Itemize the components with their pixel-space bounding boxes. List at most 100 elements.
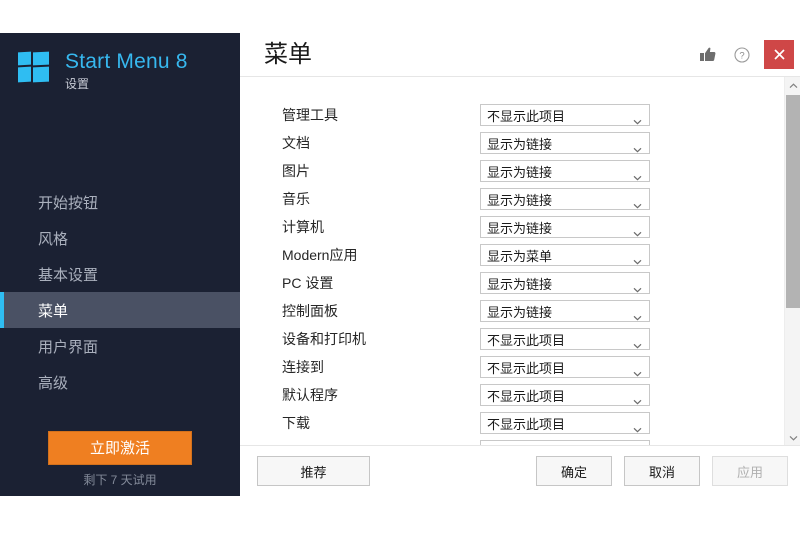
chevron-down-icon [633,420,642,433]
settings-row-label: 计算机 [282,219,324,235]
activation-area: 立即激活 剩下 7 天试用 [0,431,240,496]
cancel-button[interactable]: 取消 [624,456,700,486]
settings-row: 控制面板 显示为链接 [240,297,784,325]
settings-row: 默认程序 不显示此项目 [240,381,784,409]
settings-row-label: 图片 [282,163,310,179]
settings-row-label: 音乐 [282,191,310,207]
dropdown-value: 显示为链接 [487,220,553,236]
settings-row-dropdown[interactable]: 不显示此项目 [480,104,650,126]
trial-status-text: 剩下 7 天试用 [83,473,157,487]
settings-row-dropdown[interactable]: 不显示此项目 [480,412,650,434]
settings-list: 管理工具 不显示此项目 文档 显示为链接 图片 显示为链接 音乐 显示为链接 计算机 显示为链接 M… [240,77,784,445]
recommend-button[interactable]: 推荐 [257,456,370,486]
main-panel: 菜单 ? 管理工具 不显示此项目 文档 显示为链接 图片 显示为链接 音乐 显示… [240,33,800,496]
chevron-down-icon [633,364,642,377]
chevron-down-icon [633,392,642,405]
sidebar-item-user-interface[interactable]: 用户界面 [0,328,240,364]
dropdown-value: 不显示此项目 [487,388,566,404]
dropdown-value: 显示为链接 [487,276,553,292]
settings-row-dropdown[interactable]: 显示为链接 [480,216,650,238]
footer-bar: 推荐 确定 取消 应用 [240,445,800,496]
sidebar-item-start-button[interactable]: 开始按钮 [0,184,240,220]
settings-row-label: 文档 [282,135,310,151]
settings-row: 设备和打印机 不显示此项目 [240,325,784,353]
settings-row: 连接到 不显示此项目 [240,353,784,381]
chevron-down-icon [633,252,642,265]
sidebar-item-label: 菜单 [38,302,69,320]
settings-row-label: PC 设置 [282,275,334,291]
settings-row-dropdown[interactable]: 不显示此项目 [480,384,650,406]
chevron-down-icon [633,112,642,125]
page-title: 菜单 [264,41,312,68]
scroll-down-arrow-icon[interactable] [785,429,800,445]
chevron-down-icon [633,224,642,237]
settings-row-dropdown[interactable]: 显示为链接 [480,272,650,294]
brand-text: Start Menu 8 设置 [65,47,188,93]
dropdown-value: 不显示此项目 [487,416,566,432]
svg-text:?: ? [739,50,744,61]
dropdown-value: 不显示此项目 [487,332,566,348]
activate-now-button[interactable]: 立即激活 [48,431,192,465]
thumbs-up-icon[interactable] [695,42,721,68]
scrollbar-thumb[interactable] [786,95,800,308]
settings-row-dropdown[interactable]: 显示为链接 [480,132,650,154]
sidebar-item-label: 风格 [38,230,69,248]
settings-row-dropdown[interactable]: 不显示此项目 [480,356,650,378]
titlebar-actions: ? [695,33,800,76]
dropdown-value: 显示为链接 [487,136,553,152]
vertical-scrollbar[interactable] [784,77,800,445]
chevron-down-icon [633,336,642,349]
settings-row: 音乐 显示为链接 [240,185,784,213]
sidebar: Start Menu 8 设置 开始按钮 风格 基本设置 菜单 用户界面 高级 [0,33,240,496]
app-window: Start Menu 8 设置 开始按钮 风格 基本设置 菜单 用户界面 高级 [0,33,800,496]
settings-row: 计算机 显示为链接 [240,213,784,241]
settings-row-label: Modern应用 [282,247,358,263]
dropdown-value: 显示为链接 [487,164,553,180]
apply-button: 应用 [712,456,788,486]
scroll-up-arrow-icon[interactable] [785,77,800,94]
settings-row-label: 连接到 [282,359,324,375]
chevron-down-icon [633,196,642,209]
settings-row-dropdown[interactable]: 不显示此项目 [480,328,650,350]
chevron-down-icon [633,140,642,153]
chevron-down-icon [633,308,642,321]
chevron-down-icon [633,280,642,293]
settings-row-label: 下载 [282,415,310,431]
sidebar-item-advanced[interactable]: 高级 [0,364,240,400]
sidebar-item-menu[interactable]: 菜单 [0,292,240,328]
sidebar-item-basic-settings[interactable]: 基本设置 [0,256,240,292]
settings-row: 文档 显示为链接 [240,129,784,157]
settings-row: PC 设置 显示为链接 [240,269,784,297]
settings-row: 图片 显示为链接 [240,157,784,185]
settings-row-dropdown[interactable]: 显示为链接 [480,160,650,182]
settings-row-label: 默认程序 [282,387,338,403]
sidebar-item-style[interactable]: 风格 [0,220,240,256]
titlebar: 菜单 ? [240,33,800,76]
settings-row-dropdown[interactable]: 显示为菜单 [480,244,650,266]
sidebar-item-label: 开始按钮 [38,194,99,212]
ok-button[interactable]: 确定 [536,456,612,486]
dropdown-value: 显示为菜单 [487,248,553,264]
dropdown-value: 显示为链接 [487,304,553,320]
settings-row [240,437,784,445]
help-circle-icon[interactable]: ? [729,42,755,68]
sidebar-item-label: 用户界面 [38,338,99,356]
brand-header: Start Menu 8 设置 [0,33,240,138]
settings-row-label: 控制面板 [282,303,338,319]
app-subtitle: 设置 [65,77,90,91]
settings-row: Modern应用 显示为菜单 [240,241,784,269]
settings-row-label: 管理工具 [282,107,338,123]
settings-row: 管理工具 不显示此项目 [240,101,784,129]
close-button[interactable] [764,40,794,69]
chevron-down-icon [633,168,642,181]
app-title: Start Menu 8 [65,50,188,73]
sidebar-item-label: 高级 [38,374,69,392]
settings-row-dropdown[interactable]: 显示为链接 [480,300,650,322]
sidebar-nav: 开始按钮 风格 基本设置 菜单 用户界面 高级 [0,184,240,400]
settings-row-dropdown[interactable]: 显示为链接 [480,188,650,210]
settings-scroll-area: 管理工具 不显示此项目 文档 显示为链接 图片 显示为链接 音乐 显示为链接 计算机 显示为链接 M… [240,77,800,445]
sidebar-item-label: 基本设置 [38,266,99,284]
settings-row-label: 设备和打印机 [282,331,366,347]
dropdown-value: 不显示此项目 [487,360,566,376]
windows-logo-icon [18,51,49,83]
